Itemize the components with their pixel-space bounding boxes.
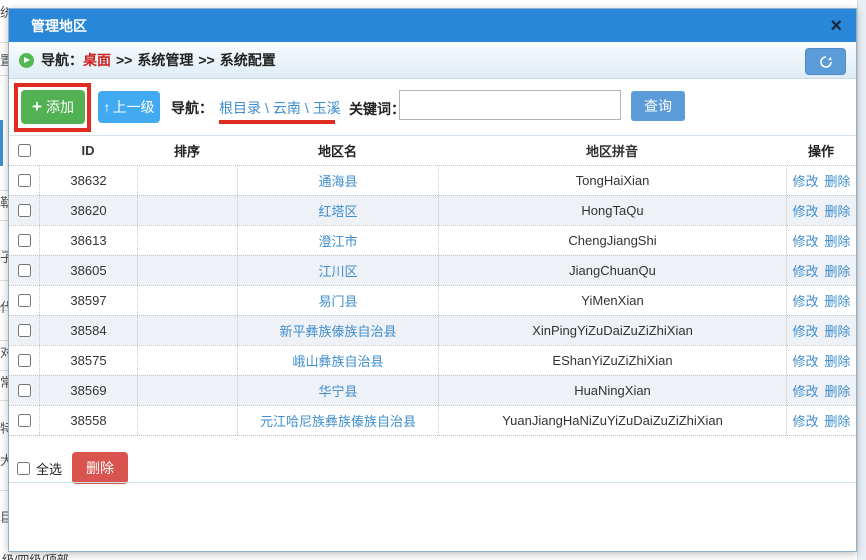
region-link[interactable]: 新平彝族傣族自治县 xyxy=(279,321,396,340)
header-name: 地区名 xyxy=(317,144,357,159)
dialog-content: + 添加 ↑ 上一级 导航： 根目录 \ 云南 \ 玉溪 关键词： 查询 ID 排序 xyxy=(9,79,856,551)
footer-divider xyxy=(9,482,856,483)
dialog-title: 管理地区 xyxy=(31,17,87,34)
table-row: 38569 华宁县 HuaNingXian 修改 删除 xyxy=(9,375,856,405)
breadcrumb-system-manage: 系统管理 xyxy=(137,52,194,68)
edit-link[interactable]: 修改 xyxy=(792,291,818,310)
table-footer: 全选 删除 xyxy=(9,444,856,492)
edit-link[interactable]: 修改 xyxy=(792,231,818,250)
header-pinyin: 地区拼音 xyxy=(585,144,638,159)
region-link[interactable]: 峨山彝族自治县 xyxy=(292,351,383,370)
edit-link[interactable]: 修改 xyxy=(792,381,818,400)
path-province-link[interactable]: 云南 xyxy=(273,100,301,116)
delete-link[interactable]: 删除 xyxy=(825,291,851,310)
path-nav: 根目录 \ 云南 \ 玉溪 xyxy=(219,100,341,116)
annotation-underline-path xyxy=(219,120,335,124)
refresh-button[interactable] xyxy=(805,48,846,75)
plus-icon: + xyxy=(32,97,42,116)
region-link[interactable]: 澄江市 xyxy=(318,231,357,250)
row-checkbox[interactable] xyxy=(17,264,31,277)
row-checkbox[interactable] xyxy=(17,234,31,247)
up-arrow-icon: ↑ xyxy=(103,99,111,115)
background-text-fragment: 代 xyxy=(0,300,8,313)
table-row: 38575 峨山彝族自治县 EShanYiZuZiZhiXian 修改 删除 xyxy=(9,345,856,375)
breadcrumb-label: 导航： xyxy=(41,52,83,68)
edit-link[interactable]: 修改 xyxy=(792,351,818,370)
bulk-delete-button[interactable]: 删除 xyxy=(72,452,129,484)
header-id: ID xyxy=(81,143,95,158)
table-row: 38632 通海县 TongHaiXian 修改 删除 xyxy=(9,165,856,195)
path-city-link[interactable]: 玉溪 xyxy=(313,100,341,116)
background-text-fragment: 对 xyxy=(0,345,8,358)
table-row: 38605 江川区 JiangChuanQu 修改 删除 xyxy=(9,255,856,285)
row-checkbox[interactable] xyxy=(17,384,31,397)
background-text-fragment: 子 xyxy=(0,250,8,263)
region-link[interactable]: 通海县 xyxy=(318,171,357,190)
header-sort: 排序 xyxy=(173,144,200,159)
edit-link[interactable]: 修改 xyxy=(792,171,818,190)
region-link[interactable]: 易门县 xyxy=(318,291,357,310)
screen: 统 置 勒 子 代 对 常 特 大 巨 级/四级/顶部 管理地区 × 导航：桌面… xyxy=(0,0,866,560)
table-header-row: ID 排序 地区名 地区拼音 操作 xyxy=(9,136,856,165)
delete-link[interactable]: 删除 xyxy=(825,231,851,250)
keyword-label: 关键词： xyxy=(349,101,405,117)
manage-region-dialog: 管理地区 × 导航：桌面 >> 系统管理 >> 系统配置 + 添加 ↑ 上一级 导航： xyxy=(8,8,857,552)
add-button[interactable]: + 添加 xyxy=(21,90,85,124)
table-row: 38584 新平彝族傣族自治县 XinPingYiZuDaiZuZiZhiXia… xyxy=(9,315,856,345)
select-all-label: 全选 xyxy=(36,461,63,477)
region-link[interactable]: 红塔区 xyxy=(318,201,357,220)
row-checkbox[interactable] xyxy=(17,294,31,307)
play-icon xyxy=(19,52,34,68)
background-menu-accent xyxy=(0,120,3,166)
row-checkbox[interactable] xyxy=(17,354,31,367)
refresh-icon xyxy=(819,55,832,68)
delete-link[interactable]: 删除 xyxy=(825,171,851,190)
table-row: 38558 元江哈尼族彝族傣族自治县 YuanJiangHaNiZuYiZuDa… xyxy=(9,405,856,435)
delete-link[interactable]: 删除 xyxy=(825,411,851,430)
delete-link[interactable]: 删除 xyxy=(825,321,851,340)
breadcrumb: 导航：桌面 >> 系统管理 >> 系统配置 xyxy=(41,52,276,68)
background-text-fragment: 常 xyxy=(0,375,8,388)
table-row: 38620 红塔区 HongTaQu 修改 删除 xyxy=(9,195,856,225)
background-text-fragment: 统 xyxy=(0,5,8,18)
background-text-fragment: 大 xyxy=(0,453,8,466)
table-row: 38597 易门县 YiMenXian 修改 删除 xyxy=(9,285,856,315)
region-link[interactable]: 华宁县 xyxy=(318,381,357,400)
row-checkbox[interactable] xyxy=(17,324,31,337)
background-text-fragment: 勒 xyxy=(0,195,8,208)
table-row: 38613 澄江市 ChengJiangShi 修改 删除 xyxy=(9,225,856,255)
keyword-input[interactable] xyxy=(399,90,621,120)
row-checkbox[interactable] xyxy=(17,414,31,427)
header-ops: 操作 xyxy=(807,144,834,159)
edit-link[interactable]: 修改 xyxy=(792,261,818,280)
close-icon[interactable]: × xyxy=(830,16,842,36)
background-text-fragment: 特 xyxy=(0,421,8,434)
region-link[interactable]: 江川区 xyxy=(318,261,357,280)
delete-link[interactable]: 删除 xyxy=(825,261,851,280)
background-text-fragment: 置 xyxy=(0,53,8,66)
background-bottom-text: 级/四级/顶部 xyxy=(2,553,69,560)
region-link[interactable]: 元江哈尼族彝族傣族自治县 xyxy=(260,411,416,430)
edit-link[interactable]: 修改 xyxy=(792,411,818,430)
background-right-sliver xyxy=(857,0,866,560)
select-all-checkbox[interactable] xyxy=(17,461,30,475)
select-all-header-checkbox[interactable] xyxy=(17,144,31,157)
path-nav-label: 导航： xyxy=(171,100,213,116)
breadcrumb-system-config: 系统配置 xyxy=(219,52,276,68)
breadcrumb-desktop[interactable]: 桌面 xyxy=(83,52,111,68)
row-checkbox[interactable] xyxy=(17,174,31,187)
row-checkbox[interactable] xyxy=(17,204,31,217)
edit-link[interactable]: 修改 xyxy=(792,321,818,340)
dialog-titlebar: 管理地区 × xyxy=(9,9,856,42)
background-text-fragment: 巨 xyxy=(0,510,8,523)
edit-link[interactable]: 修改 xyxy=(792,201,818,220)
delete-link[interactable]: 删除 xyxy=(825,201,851,220)
region-table: ID 排序 地区名 地区拼音 操作 38632 通海县 TongHaiXian … xyxy=(9,135,856,436)
delete-link[interactable]: 删除 xyxy=(825,351,851,370)
path-root-link[interactable]: 根目录 xyxy=(219,100,261,116)
up-level-button[interactable]: ↑ 上一级 xyxy=(98,91,160,123)
query-button[interactable]: 查询 xyxy=(631,91,685,121)
breadcrumb-bar: 导航：桌面 >> 系统管理 >> 系统配置 xyxy=(9,42,856,79)
delete-link[interactable]: 删除 xyxy=(825,381,851,400)
